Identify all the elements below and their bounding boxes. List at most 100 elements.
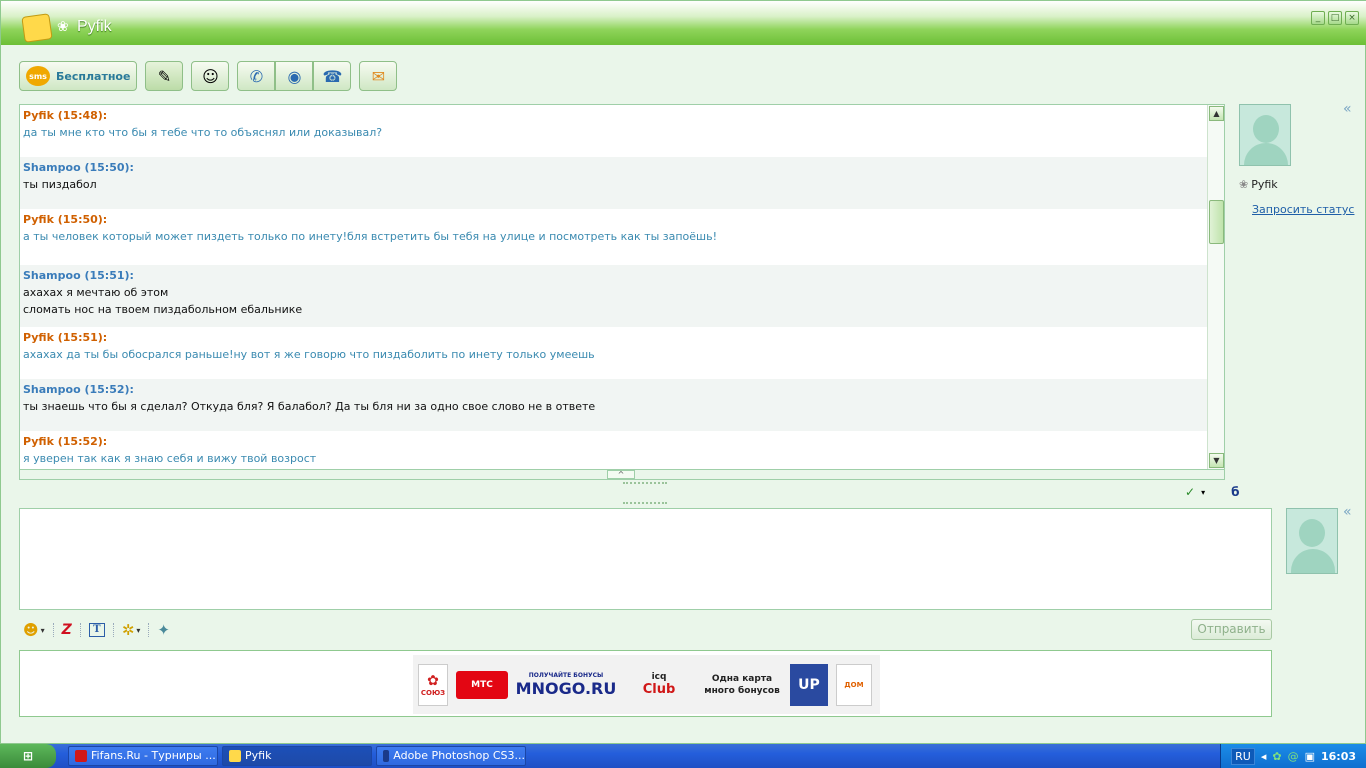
message-text: да ты мне кто что бы я тебе что то объяс…	[23, 126, 383, 139]
app-icon	[383, 750, 390, 762]
taskbar: ⊞ Fifans.Ru - Турниры ... Pyfik Adobe Phot…	[0, 744, 1366, 768]
message-author: Shampoo (15:50):	[23, 161, 134, 174]
ad-mts-logo: МТС	[456, 670, 508, 699]
qip-tray-icon[interactable]: ✿	[1272, 750, 1281, 763]
message-list: Pyfik (15:48): да ты мне кто что бы я теб…	[20, 105, 1224, 469]
free-sms-label: Бесплатное	[56, 69, 131, 83]
status-flower-icon: ❀	[1239, 178, 1249, 191]
message-text: ты знаешь что бы я сделал? Откуда бля? Я…	[23, 400, 596, 413]
games-button[interactable]: ✦	[157, 621, 170, 639]
message-author: Pyfik (15:51):	[23, 331, 108, 344]
collapse-history-chevron-icon[interactable]: ^	[607, 470, 635, 479]
contact-avatar[interactable]	[1239, 104, 1291, 166]
minimize-button[interactable]: _	[1311, 11, 1325, 25]
ad-card-text: Одна карта много бонусов	[704, 673, 780, 696]
taskbar-item[interactable]: Fifans.Ru - Турниры ...	[68, 746, 218, 766]
message-text: ахахах я мечтаю об этом	[23, 286, 169, 299]
ad-mnogo-logo: ПОЛУЧАЙТЕ БОНУСЫ MNOGO.RU	[515, 671, 617, 698]
my-avatar[interactable]	[1286, 508, 1338, 574]
scroll-thumb[interactable]	[1209, 200, 1224, 244]
app-icon	[75, 750, 87, 762]
buzz-button[interactable]: Z	[62, 622, 72, 638]
spellcheck-icon[interactable]: ✓	[1185, 485, 1195, 499]
spell-tools: ✓ ▾ б	[1185, 485, 1239, 499]
chat-scrollbar[interactable]: ▲ ▼	[1207, 105, 1224, 469]
message-history[interactable]: Pyfik (15:48): да ты мне кто что бы я теб…	[19, 104, 1225, 470]
message-author: Pyfik (15:50):	[23, 213, 108, 226]
request-status-link[interactable]: Запросить статус	[1252, 203, 1359, 216]
task-list: Fifans.Ru - Турниры ... Pyfik Adobe Photos…	[64, 746, 526, 766]
tray-arrow-icon[interactable]: ◂	[1261, 750, 1267, 763]
ad-soyuz-logo: ✿ СОЮЗ	[418, 663, 448, 706]
taskbar-item-label: Adobe Photoshop CS3...	[393, 749, 525, 762]
system-tray: RU ◂ ✿ @ ▣ 16:03	[1220, 744, 1366, 768]
font-icon: T	[88, 623, 105, 637]
close-button[interactable]: ×	[1345, 11, 1359, 25]
translit-icon[interactable]: б	[1231, 485, 1239, 499]
chat-message: Pyfik (15:50): а ты человек который может…	[20, 209, 1224, 265]
send-file-icon: ✉	[371, 66, 386, 86]
message-input[interactable]	[19, 508, 1272, 610]
sms-icon: sms	[26, 66, 50, 86]
splitter-grip[interactable]	[623, 482, 667, 485]
buzz-icon: Z	[61, 622, 72, 638]
chat-message: Pyfik (15:52): я уверен так как я знаю се…	[20, 431, 1224, 469]
chat-message: Pyfik (15:48): да ты мне кто что бы я теб…	[20, 105, 1224, 157]
notepad-button[interactable]: ✎	[145, 61, 184, 91]
taskbar-item[interactable]: Adobe Photoshop CS3...	[376, 746, 526, 766]
ad-icq-club-logo: icq Club	[642, 672, 676, 697]
scroll-up-arrow-icon[interactable]: ▲	[1209, 106, 1224, 121]
bee-icon: ✲	[121, 621, 135, 639]
toolbar: sms Бесплатное ✎ ☺ ✆ ◉ ☎ ✉	[19, 61, 398, 91]
language-indicator[interactable]: RU	[1231, 747, 1255, 765]
splitter-grip-lower[interactable]	[623, 502, 667, 505]
fax-button[interactable]: ☎	[313, 61, 352, 91]
contact-info-button[interactable]: ☺	[191, 61, 230, 91]
chat-window: ❀ Pyfik _ □ × sms Бесплатное ✎ ☺ ✆ ◉ ☎ ✉…	[0, 0, 1366, 744]
taskbar-item-label: Pyfik	[245, 749, 272, 762]
free-sms-button[interactable]: sms Бесплатное	[19, 61, 138, 91]
taskbar-item[interactable]: Pyfik	[222, 746, 372, 766]
message-author: Pyfik (15:48):	[23, 109, 108, 122]
animation-button[interactable]: ✲ ▾	[122, 621, 141, 639]
message-text: ахахах да ты бы обосрался раньше!ну вот …	[23, 348, 595, 361]
call-button[interactable]: ✆	[237, 61, 276, 91]
smiley-icon: ☻	[23, 621, 39, 639]
chat-message: Pyfik (15:51): ахахах да ты бы обосрался …	[20, 327, 1224, 379]
maximize-button[interactable]: □	[1328, 11, 1342, 25]
message-author: Shampoo (15:52):	[23, 383, 134, 396]
message-text: а ты человек который может пиздеть тольк…	[23, 230, 718, 243]
send-button[interactable]: Отправить	[1191, 619, 1272, 640]
message-text: ты пиздабол	[23, 178, 97, 191]
smiley-button[interactable]: ☻ ▾	[23, 621, 45, 639]
spellcheck-dropdown-icon[interactable]: ▾	[1201, 488, 1205, 497]
send-file-button[interactable]: ✉	[359, 61, 398, 91]
ad-dom-logo: ДОМ	[836, 663, 872, 706]
ad-banner[interactable]: ✿ СОЮЗ МТС ПОЛУЧАЙТЕ БОНУСЫ MNOGO.RU icq Cl…	[413, 655, 880, 714]
font-button[interactable]: T	[88, 623, 105, 637]
chat-message: Shampoo (15:51): ахахах я мечтаю об этом с…	[20, 265, 1224, 327]
network-tray-icon[interactable]: ▣	[1305, 750, 1315, 763]
message-author: Shampoo (15:51):	[23, 269, 134, 282]
status-flower-icon: ❀	[57, 19, 69, 35]
webcam-icon: ◉	[287, 66, 302, 86]
start-button[interactable]: ⊞	[0, 744, 56, 768]
collapse-my-avatar-chevron-icon[interactable]: «	[1343, 504, 1352, 520]
title-bar[interactable]: ❀ Pyfik _ □ ×	[1, 1, 1366, 45]
app-icon	[229, 750, 241, 762]
clock: 16:03	[1320, 749, 1356, 763]
icq-tray-icon[interactable]: @	[1288, 750, 1299, 763]
gamepad-icon: ✦	[157, 621, 170, 639]
contact-panel: ❀ Pyfik Запросить статус	[1239, 104, 1359, 216]
ad-up-logo: UP	[790, 663, 828, 706]
chevron-down-icon: ▾	[40, 625, 45, 635]
collapse-panel-chevron-icon[interactable]: «	[1343, 101, 1352, 117]
message-author: Pyfik (15:52):	[23, 435, 108, 448]
contact-name-row: ❀ Pyfik	[1239, 178, 1359, 191]
taskbar-item-label: Fifans.Ru - Турниры ...	[91, 749, 216, 762]
chat-message: Shampoo (15:52): ты знаешь что бы я сдела…	[20, 379, 1224, 431]
webcam-button[interactable]: ◉	[275, 61, 314, 91]
message-text: сломать нос на твоем пиздабольном ебальн…	[23, 303, 303, 316]
scroll-down-arrow-icon[interactable]: ▼	[1209, 453, 1224, 468]
message-text: я уверен так как я знаю себя и вижу твой…	[23, 452, 317, 465]
